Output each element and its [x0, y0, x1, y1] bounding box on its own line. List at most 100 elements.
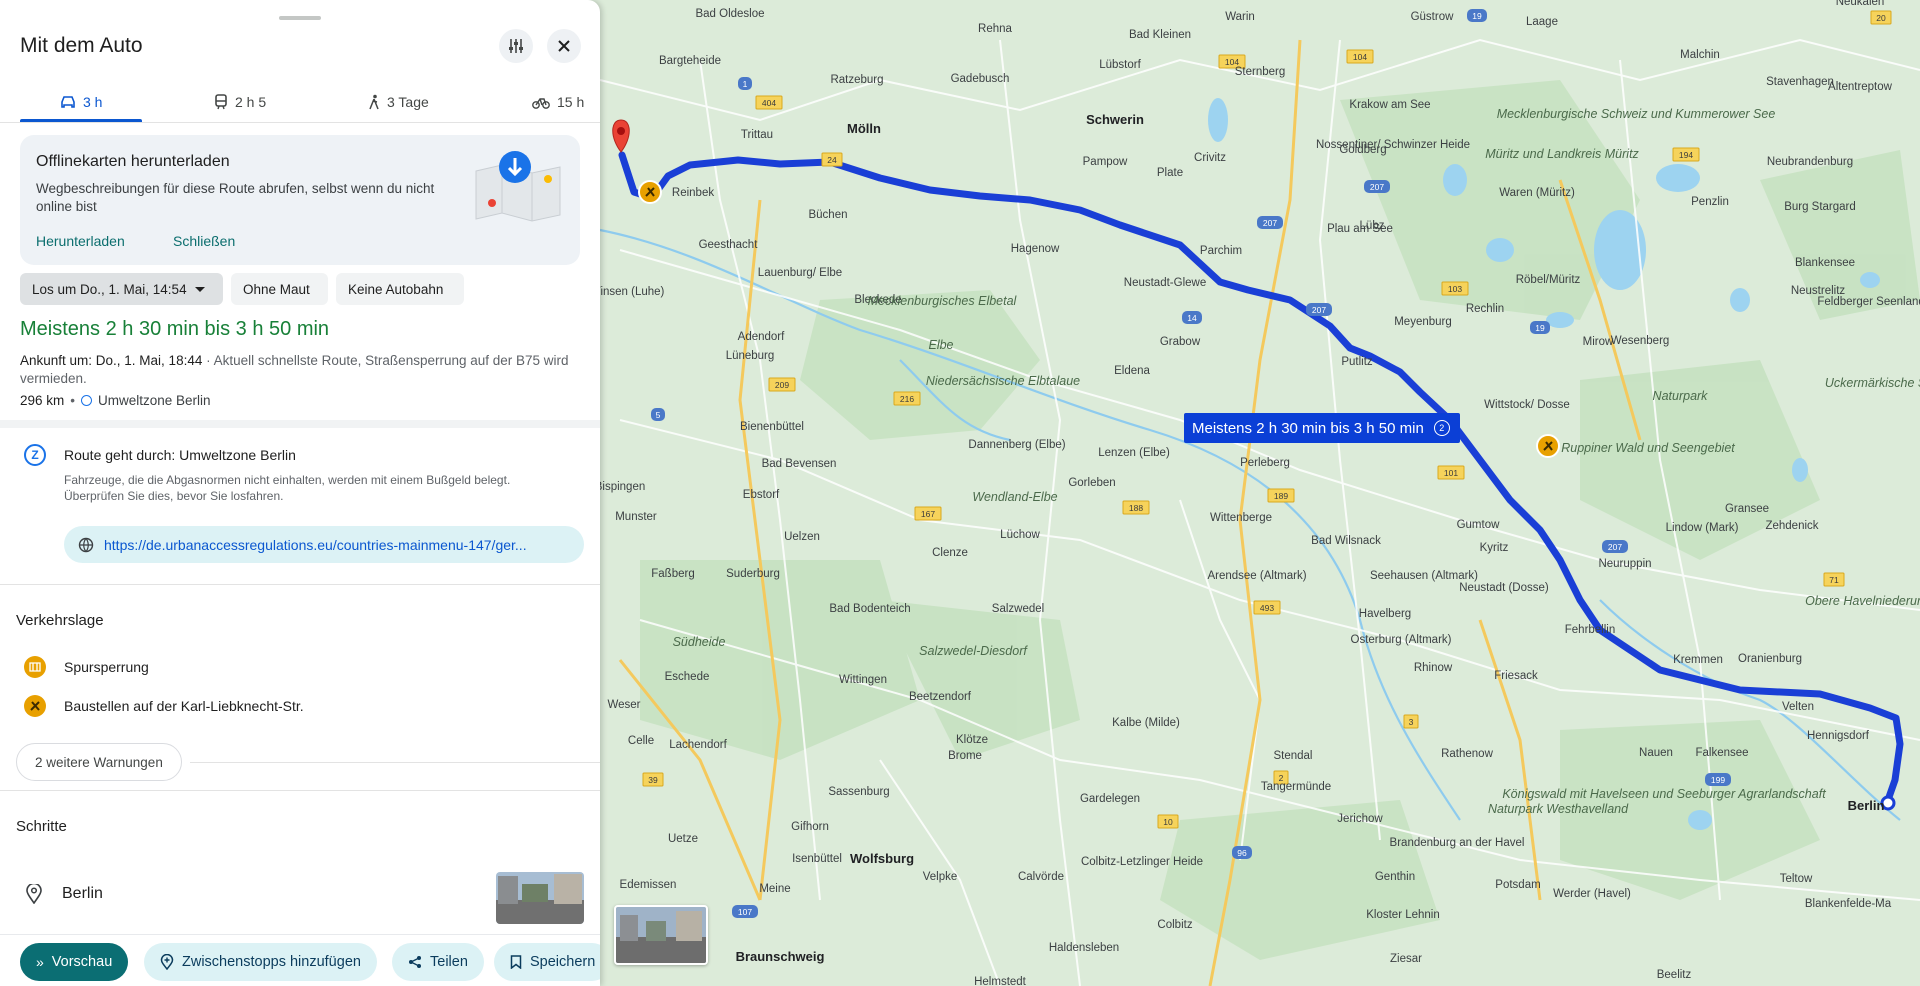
- map-place-label[interactable]: Wolfsburg: [850, 851, 914, 866]
- map-place-label[interactable]: Perleberg: [1240, 457, 1290, 469]
- map-place-label[interactable]: Oranienburg: [1738, 653, 1802, 665]
- map-place-label[interactable]: Faßberg: [651, 568, 694, 580]
- step-street-view-thumbnail[interactable]: [496, 872, 584, 924]
- map-place-label[interactable]: Arendsee (Altmark): [1207, 570, 1306, 582]
- map-place-label[interactable]: Zehdenick: [1765, 520, 1818, 532]
- add-stops-button[interactable]: Zwischenstopps hinzufügen: [144, 943, 377, 981]
- map-place-label[interactable]: Celle: [628, 735, 654, 747]
- map-place-label[interactable]: Naturpark Westhavelland: [1488, 802, 1629, 816]
- map-place-label[interactable]: Reinbek: [672, 187, 714, 199]
- map-place-label[interactable]: Hagenow: [1011, 243, 1060, 255]
- map-place-label[interactable]: Gifhorn: [791, 821, 829, 833]
- map-place-label[interactable]: Blankenfelde-Ma: [1805, 898, 1892, 910]
- traffic-warning-item[interactable]: Baustellen auf der Karl-Liebknecht-Str.: [24, 695, 304, 717]
- map-place-label[interactable]: Krakow am See: [1349, 99, 1430, 111]
- map-place-label[interactable]: Elbe: [928, 338, 953, 352]
- map-place-label[interactable]: Hennigsdorf: [1807, 730, 1870, 742]
- map-place-label[interactable]: Seehausen (Altmark): [1370, 570, 1478, 582]
- map-place-label[interactable]: Neustadt (Dosse): [1459, 582, 1549, 594]
- map-place-label[interactable]: Lauenburg/ Elbe: [758, 267, 842, 279]
- map-place-label[interactable]: Bienenbüttel: [740, 421, 804, 433]
- map-place-label[interactable]: Colbitz: [1157, 919, 1192, 931]
- map-place-label[interactable]: Havelberg: [1359, 608, 1411, 620]
- map-place-label[interactable]: Helmstedt: [974, 976, 1027, 986]
- map-place-label[interactable]: Rhinow: [1414, 662, 1453, 674]
- map-place-label[interactable]: Lindow (Mark): [1666, 522, 1739, 534]
- map-place-label[interactable]: Jerichow: [1337, 813, 1383, 825]
- map-place-label[interactable]: Sternberg: [1235, 66, 1286, 78]
- map-place-label[interactable]: Burg Stargard: [1784, 201, 1856, 213]
- map-place-label[interactable]: Altentreptow: [1828, 81, 1893, 93]
- map-place-label[interactable]: Königswald mit Havelseen und Seeburger A…: [1502, 787, 1826, 801]
- map-place-label[interactable]: Lachendorf: [669, 739, 727, 751]
- map-place-label[interactable]: Dannenberg (Elbe): [968, 439, 1065, 451]
- map-place-label[interactable]: Ratzeburg: [830, 74, 883, 86]
- zone-info-link[interactable]: https://de.urbanaccessregulations.eu/cou…: [64, 526, 584, 563]
- more-warnings-button[interactable]: 2 weitere Warnungen: [16, 743, 182, 781]
- map-place-label[interactable]: Rehna: [978, 23, 1012, 35]
- map-place-label[interactable]: Clenze: [932, 547, 968, 559]
- map-place-label[interactable]: Gadebusch: [951, 73, 1010, 85]
- map-place-label[interactable]: Uelzen: [784, 531, 820, 543]
- map-place-label[interactable]: Brome: [948, 750, 982, 762]
- map-place-label[interactable]: Beelitz: [1657, 969, 1692, 981]
- map-place-label[interactable]: Schwerin: [1086, 112, 1144, 127]
- step-start-row[interactable]: Berlin: [26, 884, 103, 904]
- tab-bike[interactable]: 15 h: [532, 82, 584, 122]
- map-place-label[interactable]: Nauen: [1639, 747, 1673, 759]
- map-place-label[interactable]: Osterburg (Altmark): [1351, 634, 1452, 646]
- map-place-label[interactable]: Lüchow: [1000, 529, 1040, 541]
- map-place-label[interactable]: Potsdam: [1495, 879, 1540, 891]
- map-place-label[interactable]: Gorleben: [1068, 477, 1115, 489]
- map-place-label[interactable]: Putlitz: [1341, 356, 1373, 368]
- map-place-label[interactable]: Geesthacht: [699, 239, 759, 251]
- map-place-label[interactable]: Uetze: [668, 833, 698, 845]
- map-place-label[interactable]: Wendland-Elbe: [972, 490, 1057, 504]
- map-place-label[interactable]: Tangermünde: [1261, 781, 1331, 793]
- map-place-label[interactable]: Bargteheide: [659, 55, 721, 67]
- map-place-label[interactable]: Velten: [1782, 701, 1814, 713]
- tab-walk[interactable]: 3 Tage: [368, 82, 429, 122]
- map-place-label[interactable]: Lüneburg: [726, 350, 775, 362]
- map-place-label[interactable]: Trittau: [741, 129, 773, 141]
- map-place-label[interactable]: Werder (Havel): [1553, 888, 1631, 900]
- map-place-label[interactable]: Stavenhagen: [1766, 76, 1834, 88]
- map-place-label[interactable]: Isenbüttel: [792, 853, 842, 865]
- dismiss-button[interactable]: Schließen: [173, 233, 235, 249]
- map-place-label[interactable]: Fehrbellin: [1565, 624, 1616, 636]
- map-place-label[interactable]: Laage: [1526, 16, 1558, 28]
- map-place-label[interactable]: Eldena: [1114, 365, 1150, 377]
- map-place-label[interactable]: Obere Havelniederung: [1805, 594, 1920, 608]
- map-place-label[interactable]: Niedersächsische Elbtalaue: [926, 374, 1080, 388]
- map-place-label[interactable]: Mirow: [1583, 336, 1614, 348]
- map-place-label[interactable]: Salzwedel: [992, 603, 1044, 615]
- map-place-label[interactable]: Wittenberge: [1210, 512, 1272, 524]
- map-place-label[interactable]: Sassenburg: [828, 786, 889, 798]
- share-button[interactable]: Teilen: [392, 943, 484, 981]
- map-place-label[interactable]: Ruppiner Wald und Seengebiet: [1561, 441, 1735, 455]
- map-place-label[interactable]: Blankensee: [1795, 257, 1855, 269]
- map-place-label[interactable]: Genthin: [1375, 871, 1415, 883]
- map-place-label[interactable]: Crivitz: [1194, 152, 1226, 164]
- map-place-label[interactable]: Südheide: [673, 635, 726, 649]
- options-button[interactable]: [499, 29, 533, 63]
- map-place-label[interactable]: Beetzendorf: [909, 691, 972, 703]
- preview-button[interactable]: » Vorschau: [20, 943, 129, 981]
- map-place-label[interactable]: Kyritz: [1480, 542, 1509, 554]
- map-place-label[interactable]: Edemissen: [620, 879, 677, 891]
- depart-time-dropdown[interactable]: Los um Do., 1. Mai, 14:54: [20, 273, 223, 305]
- map-place-label[interactable]: Meine: [759, 883, 790, 895]
- map-place-label[interactable]: Penzlin: [1691, 196, 1729, 208]
- map-place-label[interactable]: Rechlin: [1466, 303, 1504, 315]
- map-place-label[interactable]: Naturpark: [1653, 389, 1709, 403]
- map-place-label[interactable]: Bad Bevensen: [762, 458, 837, 470]
- map-place-label[interactable]: Lübstorf: [1099, 59, 1141, 71]
- map-place-label[interactable]: Bad Bodenteich: [829, 603, 910, 615]
- map-place-label[interactable]: Haldensleben: [1049, 942, 1119, 954]
- close-button[interactable]: [547, 29, 581, 63]
- tab-car[interactable]: 3 h: [60, 82, 102, 122]
- map-place-label[interactable]: Kremmen: [1673, 654, 1723, 666]
- map-place-label[interactable]: Klötze: [956, 734, 988, 746]
- map-place-label[interactable]: Gumtow: [1457, 519, 1501, 531]
- map-place-label[interactable]: Adendorf: [738, 331, 785, 343]
